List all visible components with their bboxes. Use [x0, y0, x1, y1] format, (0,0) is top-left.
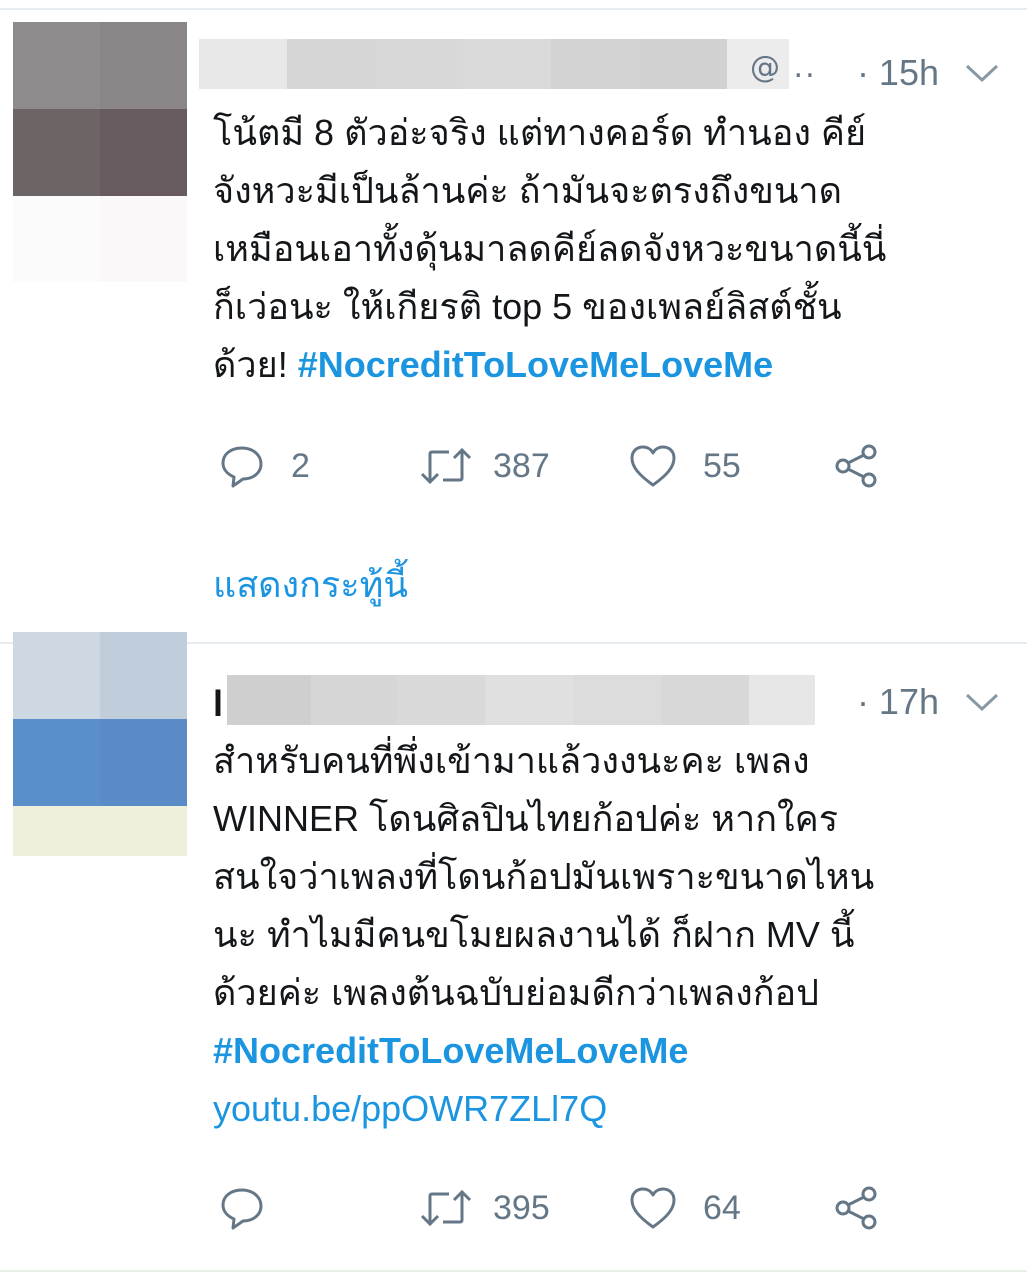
share-button[interactable]: [833, 1178, 881, 1238]
like-button[interactable]: 55: [629, 436, 741, 496]
share-icon: [835, 444, 877, 488]
avatar[interactable]: [13, 632, 187, 856]
author-name-initial[interactable]: l: [213, 683, 223, 725]
timestamp[interactable]: · 17h: [857, 681, 939, 723]
reply-icon: [221, 446, 263, 488]
retweet-count: 387: [493, 446, 550, 485]
bottom-divider: [0, 1270, 1027, 1272]
reply-count: 2: [291, 446, 310, 485]
tweet-text-line: WINNER โดนศิลปินไทยก้อปค่ะ หากใคร: [213, 798, 839, 839]
tweet-text-line: เหมือนเอาทั้งดุ้นมาลดคีย์ลดจังหวะขนาดนี้…: [213, 228, 887, 269]
like-icon: [630, 1187, 676, 1229]
retweet-count: 395: [493, 1188, 550, 1227]
tweet-text-line: ด้วยค่ะ เพลงต้นฉบับย่อมดีกว่าเพลงก้อป: [213, 972, 819, 1013]
tweet-actions: 395 64: [213, 1178, 913, 1238]
reply-button[interactable]: 2: [219, 436, 310, 496]
tweet[interactable]: @ .. · 15h โน้ตมี 8 ตัวอ่ะจริง แต่ทางคอร…: [0, 0, 1027, 640]
show-thread-link[interactable]: แสดงกระทู้นี้: [213, 556, 408, 613]
timestamp[interactable]: · 15h: [857, 52, 939, 94]
chevron-down-icon[interactable]: [965, 63, 999, 83]
author-name-redacted[interactable]: [227, 675, 815, 725]
tweet-text-line: จังหวะมีเป็นล้านค่ะ ถ้ามันจะตรงถึงขนาด: [213, 170, 843, 211]
retweet-icon: [420, 447, 472, 485]
tweet-text: โน้ตมี 8 ตัวอ่ะจริง แต่ทางคอร์ด ทำนอง คี…: [213, 104, 1013, 394]
tweet-text-line: ก็เว่อนะ ให้เกียรติ top 5 ของเพลย์ลิสต์ช…: [213, 286, 842, 327]
tweet-text-prefix: ด้วย!: [213, 344, 298, 385]
tweet-meta: · 15h: [857, 48, 999, 98]
tweet-text: สำหรับคนที่พึ่งเข้ามาแล้วงงนะคะ เพลง WIN…: [213, 732, 1013, 1138]
tweet-text-line: สนใจว่าเพลงที่โดนก้อปมันเพราะขนาดไหน: [213, 856, 875, 897]
reply-icon: [221, 1188, 263, 1230]
youtube-link[interactable]: youtu.be/ppOWR7ZLl7Q: [213, 1080, 1013, 1138]
retweet-button[interactable]: 387: [419, 436, 550, 496]
share-button[interactable]: [833, 436, 881, 496]
hashtag-link[interactable]: #NocreditToLoveMeLoveMe: [213, 1022, 1013, 1080]
hashtag-link[interactable]: #NocreditToLoveMeLoveMe: [298, 344, 773, 385]
author-name-redacted[interactable]: [199, 39, 789, 89]
like-icon: [630, 445, 676, 487]
tweet-text-line: สำหรับคนที่พึ่งเข้ามาแล้วงงนะคะ เพลง: [213, 740, 810, 781]
chevron-down-icon[interactable]: [965, 692, 999, 712]
retweet-button[interactable]: 395: [419, 1178, 550, 1238]
avatar[interactable]: [13, 22, 187, 282]
like-count: 64: [703, 1188, 741, 1227]
reply-button[interactable]: [219, 1178, 291, 1238]
share-icon: [835, 1186, 877, 1230]
tweet-meta: · 17h: [857, 677, 999, 727]
like-count: 55: [703, 446, 741, 485]
tweet-text-line: โน้ตมี 8 ตัวอ่ะจริง แต่ทางคอร์ด ทำนอง คี…: [213, 112, 867, 153]
tweet-text-line: นะ ทำไมมีคนขโมยผลงานได้ ก็ฝาก MV นี้: [213, 914, 855, 955]
like-button[interactable]: 64: [629, 1178, 741, 1238]
handle-ellipsis: @ ..: [750, 50, 817, 85]
retweet-icon: [420, 1189, 472, 1227]
tweet-actions: 2 387 55: [213, 436, 913, 496]
tweet-text-line: ด้วย! #NocreditToLoveMeLoveMe: [213, 336, 1013, 394]
